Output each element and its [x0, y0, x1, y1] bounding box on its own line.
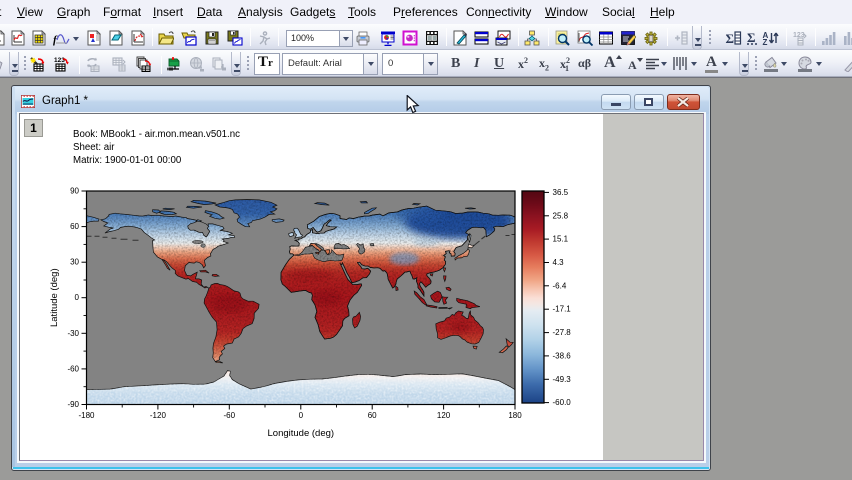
- svg-text:Z: Z: [763, 38, 768, 46]
- svg-text:Σ: Σ: [747, 30, 756, 45]
- svg-text:Σ: Σ: [726, 31, 735, 46]
- svg-text:123: 123: [54, 57, 65, 64]
